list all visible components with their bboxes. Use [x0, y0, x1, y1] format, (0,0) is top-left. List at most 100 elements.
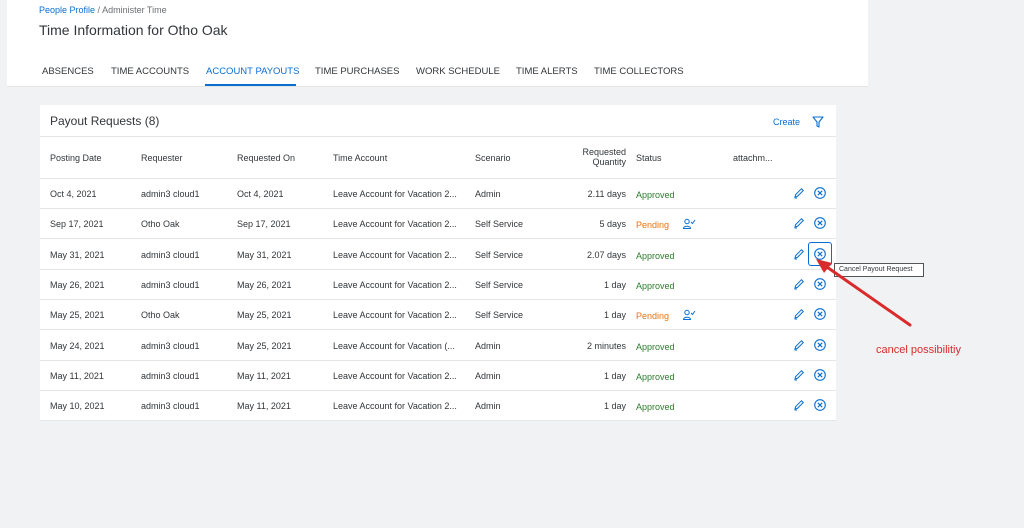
edit-icon[interactable] [792, 277, 806, 291]
table-row[interactable]: May 10, 2021 admin3 cloud1 May 11, 2021 Lea… [40, 391, 836, 422]
cell-requested-quantity: 2.11 days [587, 189, 626, 199]
cancel-icon[interactable] [813, 216, 827, 230]
edit-icon[interactable] [792, 398, 806, 412]
breadcrumb: People Profile / Administer Time [39, 5, 167, 15]
cell-requester: Otho Oak [141, 310, 180, 321]
cell-requested-on: May 11, 2021 [237, 370, 291, 381]
status-badge: Approved [636, 250, 675, 261]
cell-scenario: Self Service [475, 219, 524, 230]
status-badge: Approved [636, 190, 675, 200]
cell-posting-date: May 26, 2021 [50, 279, 105, 290]
breadcrumb-separator: / [95, 5, 103, 15]
column-status[interactable]: Status [636, 153, 662, 163]
cell-time-account: Leave Account for Vacation 2... [333, 249, 457, 260]
cell-posting-date: Sep 17, 2021 [50, 219, 104, 230]
breadcrumb-link-people-profile[interactable]: People Profile [39, 5, 95, 15]
tab-time-alerts[interactable]: TIME ALERTS [516, 66, 578, 77]
cell-posting-date: May 11, 2021 [50, 370, 104, 381]
cell-scenario: Admin [475, 370, 501, 381]
cell-scenario: Self Service [475, 249, 524, 260]
edit-icon[interactable] [792, 307, 806, 321]
cell-scenario: Self Service [475, 279, 524, 290]
cancel-icon[interactable] [813, 398, 827, 412]
edit-icon[interactable] [792, 216, 806, 230]
tab-bar: ABSENCES TIME ACCOUNTS ACCOUNT PAYOUTS T… [7, 55, 868, 87]
cell-requested-quantity: 1 day [603, 370, 626, 381]
panel-title: Payout Requests (8) [50, 114, 160, 128]
column-attachments[interactable]: attachm... [733, 153, 773, 163]
active-tab-indicator [205, 84, 296, 86]
cell-time-account: Leave Account for Vacation 2... [333, 279, 457, 290]
filter-icon[interactable] [811, 115, 825, 129]
cell-requested-quantity: 1 day [603, 401, 626, 412]
edit-icon[interactable] [792, 186, 806, 200]
column-requester[interactable]: Requester [141, 153, 183, 163]
cell-time-account: Leave Account for Vacation 2... [333, 189, 457, 199]
table-row[interactable]: Oct 4, 2021 admin3 cloud1 Oct 4, 2021 Leave… [40, 179, 836, 209]
cell-requested-on: May 26, 2021 [237, 279, 292, 290]
column-posting-date[interactable]: Posting Date [50, 153, 102, 163]
status-badge: Pending [636, 311, 670, 322]
cell-time-account: Leave Account for Vacation 2... [333, 310, 457, 321]
cell-requester: admin3 cloud1 [141, 340, 200, 351]
cell-scenario: Admin [475, 189, 501, 199]
tab-account-payouts[interactable]: ACCOUNT PAYOUTS [206, 66, 299, 77]
table-row[interactable]: May 11, 2021 admin3 cloud1 May 11, 2021 Lea… [40, 361, 836, 391]
cell-requested-quantity: 2.07 days [586, 249, 626, 260]
cell-requested-quantity: 1 day [603, 279, 626, 290]
create-button[interactable]: Create [773, 117, 800, 127]
column-scenario[interactable]: Scenario [475, 153, 511, 163]
tab-time-purchases[interactable]: TIME PURCHASES [315, 66, 399, 77]
cell-requester: admin3 cloud1 [141, 370, 200, 381]
cell-posting-date: May 31, 2021 [50, 249, 105, 260]
page-header: People Profile / Administer Time Time In… [7, 0, 868, 55]
status-badge: Approved [636, 402, 675, 413]
breadcrumb-current: Administer Time [102, 5, 167, 15]
column-requested-quantity[interactable]: Requested Quantity [576, 147, 626, 167]
annotation-text: cancel possibilitiy [876, 344, 961, 356]
cell-time-account: Leave Account for Vacation 2... [333, 219, 457, 230]
status-badge: Approved [636, 371, 675, 382]
cancel-icon[interactable] [813, 338, 827, 352]
approver-info-icon[interactable] [682, 217, 696, 231]
cell-requested-on: May 25, 2021 [237, 340, 292, 351]
cell-time-account: Leave Account for Vacation 2... [333, 370, 457, 381]
cancel-icon[interactable] [813, 368, 827, 382]
approver-info-icon[interactable] [682, 308, 696, 322]
cell-requested-on: Sep 17, 2021 [237, 219, 291, 230]
cell-posting-date: May 10, 2021 [50, 401, 105, 412]
cell-requester: admin3 cloud1 [141, 279, 200, 290]
edit-icon[interactable] [792, 368, 806, 382]
edit-icon[interactable] [792, 247, 806, 261]
edit-icon[interactable] [792, 338, 806, 352]
table-row[interactable]: May 26, 2021 admin3 cloud1 May 26, 2021 Lea… [40, 270, 836, 300]
table-row[interactable]: May 25, 2021 Otho Oak May 25, 2021 Leave Ac… [40, 300, 836, 331]
cell-requested-on: May 25, 2021 [237, 310, 292, 321]
cell-requester: admin3 cloud1 [141, 249, 200, 260]
cell-posting-date: May 25, 2021 [50, 310, 105, 321]
status-badge: Approved [636, 280, 675, 291]
table-row[interactable]: May 31, 2021 admin3 cloud1 May 31, 2021 Lea… [40, 240, 836, 270]
table-row[interactable]: May 24, 2021 admin3 cloud1 May 25, 2021 Lea… [40, 331, 836, 361]
tab-absences[interactable]: ABSENCES [42, 66, 94, 77]
cancel-icon[interactable] [813, 186, 827, 200]
table-header: Posting Date Requester Requested On Time… [40, 136, 836, 179]
cell-requester: admin3 cloud1 [141, 401, 200, 412]
payout-requests-panel: Payout Requests (8) Create Posting Date … [40, 105, 836, 422]
tab-time-accounts[interactable]: TIME ACCOUNTS [111, 66, 189, 77]
cell-requester: admin3 cloud1 [141, 189, 200, 199]
cell-time-account: Leave Account for Vacation (... [333, 340, 455, 351]
cell-scenario: Admin [475, 340, 501, 351]
tab-time-collectors[interactable]: TIME COLLECTORS [594, 66, 684, 77]
cell-posting-date: Oct 4, 2021 [50, 189, 97, 199]
cell-requested-quantity: 2 minutes [586, 340, 626, 351]
column-time-account[interactable]: Time Account [333, 153, 387, 163]
tab-work-schedule[interactable]: WORK SCHEDULE [416, 66, 500, 77]
cell-requested-quantity: 5 days [599, 219, 626, 230]
column-requested-on[interactable]: Requested On [237, 153, 295, 163]
cell-requested-on: May 31, 2021 [237, 249, 292, 260]
cell-requester: Otho Oak [141, 219, 180, 230]
cell-requested-on: Oct 4, 2021 [237, 189, 284, 199]
table-row[interactable]: Sep 17, 2021 Otho Oak Sep 17, 2021 Leave Ac… [40, 209, 836, 240]
cell-posting-date: May 24, 2021 [50, 340, 105, 351]
